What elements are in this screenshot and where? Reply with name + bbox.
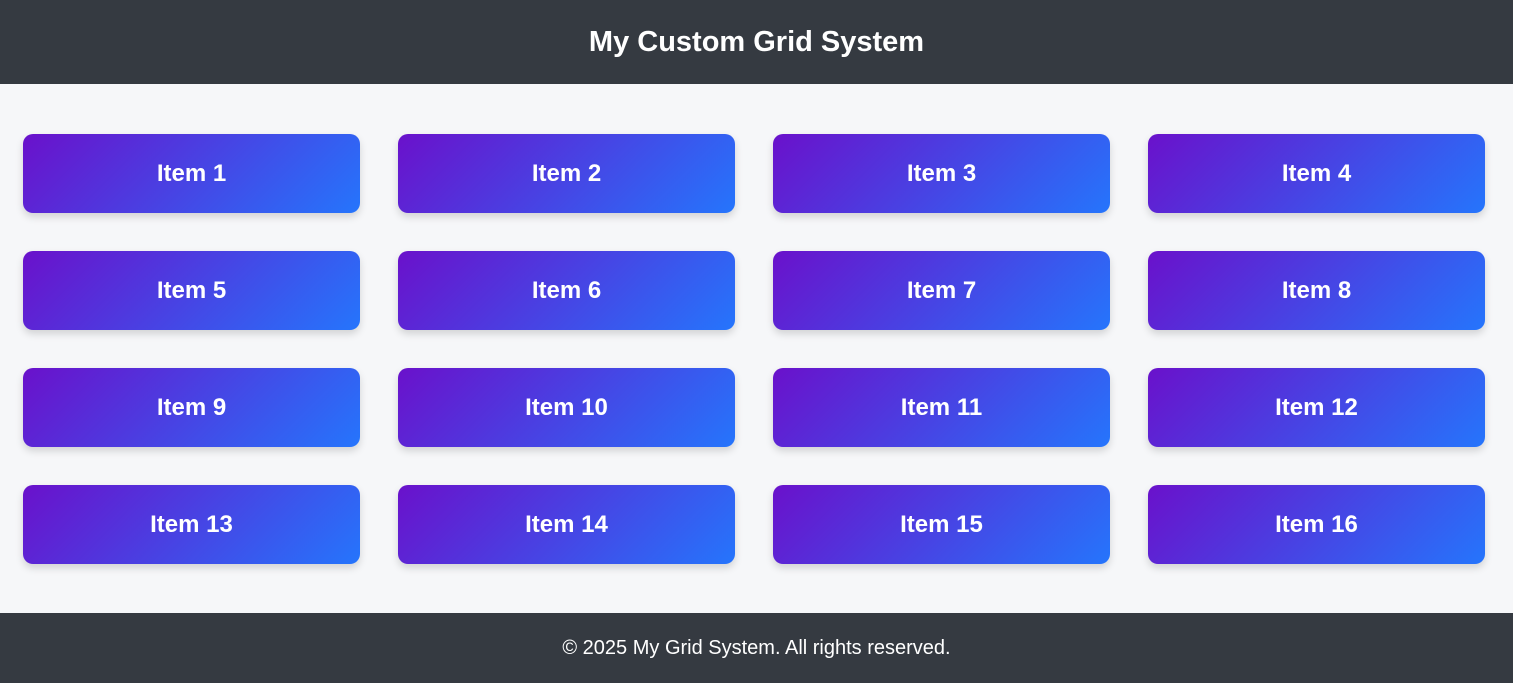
- grid-item-label: Item 11: [900, 393, 983, 421]
- grid-item-label: Item 12: [1275, 393, 1358, 421]
- page-footer: © 2025 My Grid System. All rights reserv…: [0, 613, 1513, 683]
- grid-item-label: Item 2: [531, 159, 602, 187]
- grid-item[interactable]: Item 3: [773, 134, 1110, 213]
- grid-item-label: Item 5: [156, 276, 227, 304]
- grid-item-label: Item 4: [1281, 159, 1352, 187]
- grid-item[interactable]: Item 11: [773, 368, 1110, 447]
- grid-item[interactable]: Item 12: [1148, 368, 1485, 447]
- grid-item-label: Item 7: [906, 276, 977, 304]
- grid-item-label: Item 1: [156, 159, 227, 187]
- main-content: Item 1 Item 2 Item 3 Item 4 Item 5 Item …: [0, 84, 1513, 613]
- grid-item-label: Item 10: [525, 393, 608, 421]
- grid-item[interactable]: Item 10: [398, 368, 735, 447]
- grid-item[interactable]: Item 6: [398, 251, 735, 330]
- page-header: My Custom Grid System: [0, 0, 1513, 84]
- grid-item[interactable]: Item 1: [23, 134, 360, 213]
- copyright-text: © 2025 My Grid System. All rights reserv…: [562, 636, 951, 659]
- grid-item[interactable]: Item 13: [23, 485, 360, 564]
- grid-item-label: Item 3: [906, 159, 977, 187]
- grid-item[interactable]: Item 4: [1148, 134, 1485, 213]
- grid-item-label: Item 16: [1275, 510, 1358, 538]
- grid-item[interactable]: Item 2: [398, 134, 735, 213]
- grid-item[interactable]: Item 8: [1148, 251, 1485, 330]
- grid-item-label: Item 8: [1281, 276, 1352, 304]
- grid-item-label: Item 9: [156, 393, 227, 421]
- grid-item-label: Item 14: [525, 510, 608, 538]
- grid-item[interactable]: Item 15: [773, 485, 1110, 564]
- page-title: My Custom Grid System: [588, 25, 925, 58]
- grid-item[interactable]: Item 14: [398, 485, 735, 564]
- grid-container: Item 1 Item 2 Item 3 Item 4 Item 5 Item …: [23, 134, 1485, 564]
- grid-item-label: Item 15: [900, 510, 983, 538]
- grid-item[interactable]: Item 9: [23, 368, 360, 447]
- grid-item[interactable]: Item 5: [23, 251, 360, 330]
- grid-item[interactable]: Item 7: [773, 251, 1110, 330]
- grid-item-label: Item 13: [150, 510, 233, 538]
- grid-item[interactable]: Item 16: [1148, 485, 1485, 564]
- grid-item-label: Item 6: [531, 276, 602, 304]
